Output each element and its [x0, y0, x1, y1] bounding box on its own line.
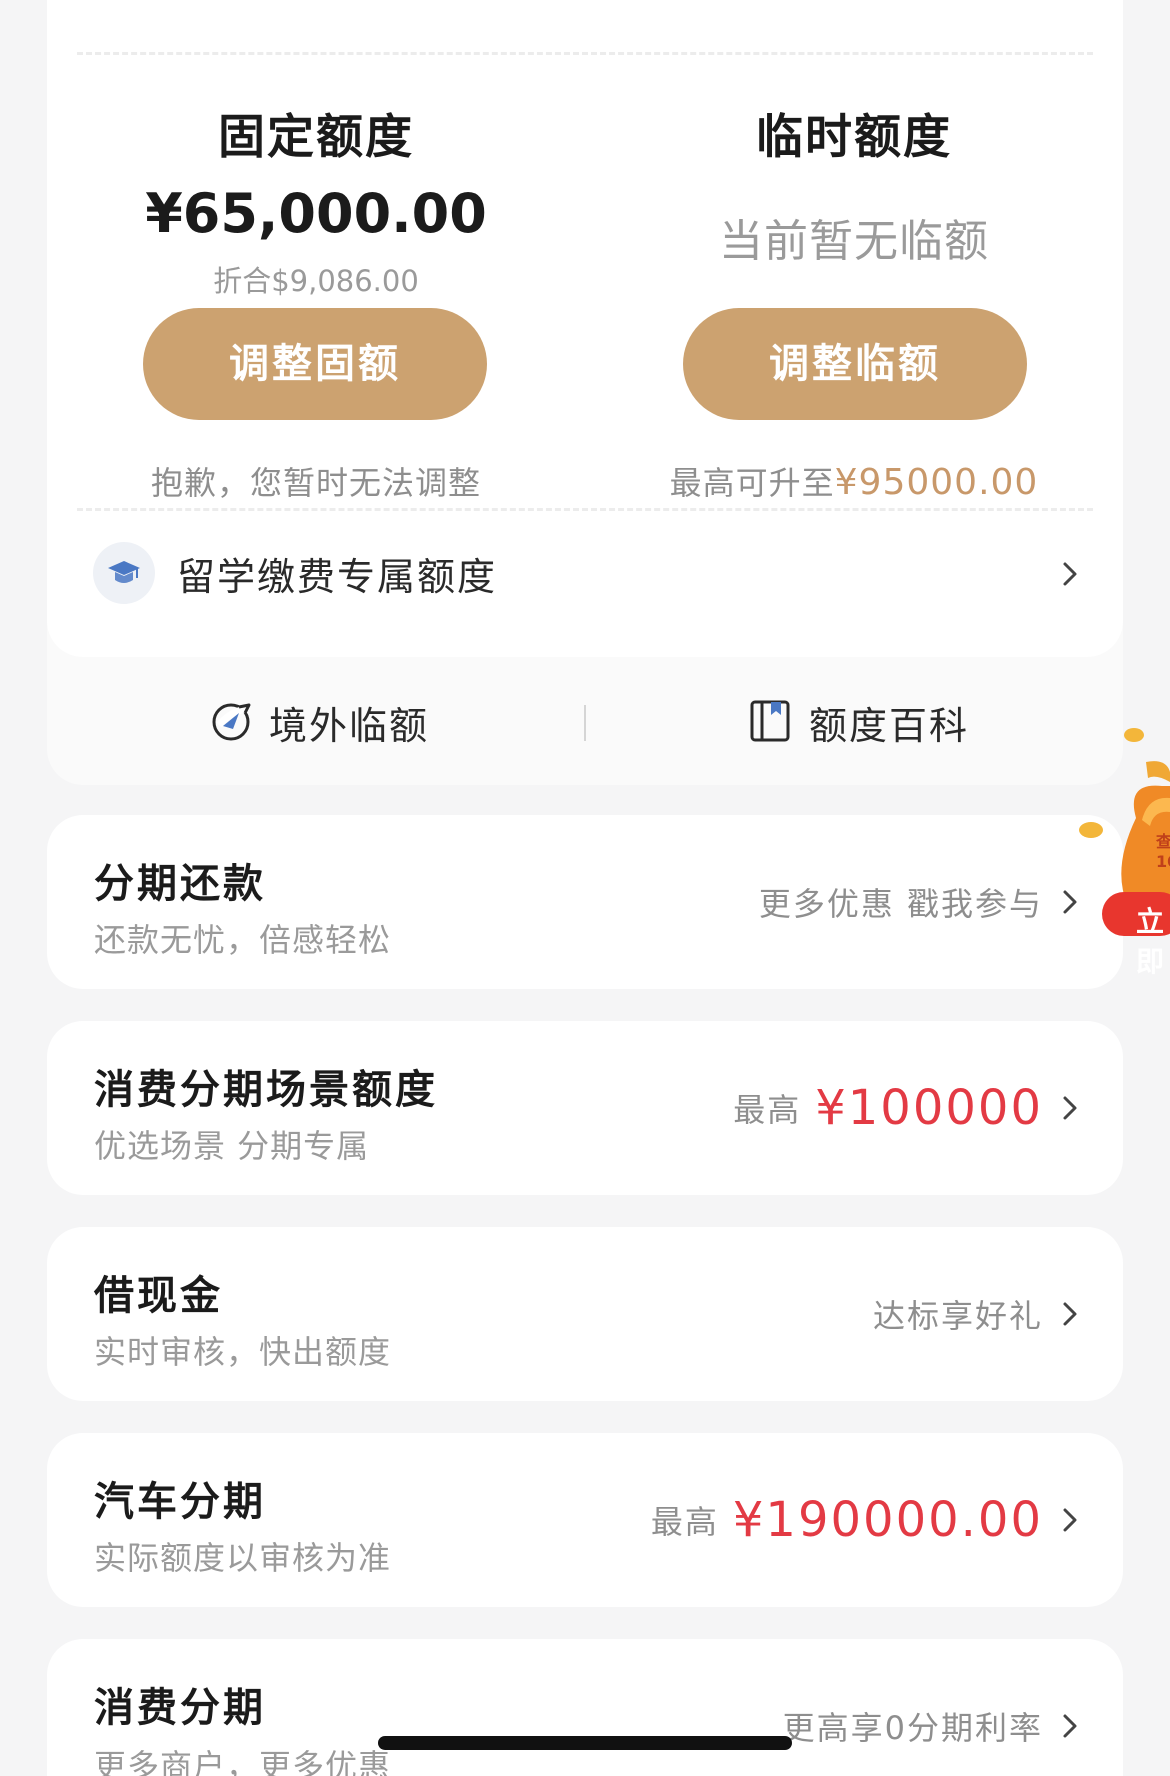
fixed-quota-note: 抱歉，您暂时无法调整 — [150, 464, 481, 502]
service-card-consumer-installment[interactable]: 消费分期 更多商户，更多优惠 更高享0分期利率 — [47, 1639, 1123, 1776]
service-card-consumer-installment-scene[interactable]: 消费分期场景额度 优选场景 分期专属 最高 ¥100000 — [47, 1021, 1123, 1195]
promo-button-label: 立即 — [1136, 905, 1165, 978]
service-promo: 更多优惠 戳我参与 — [759, 815, 1043, 989]
service-card-installment-repayment[interactable]: 分期还款 还款无忧，倍感轻松 更多优惠 戳我参与 — [47, 815, 1123, 989]
service-card-car-installment[interactable]: 汽车分期 实际额度以审核为准 最高 ¥190000.00 — [47, 1433, 1123, 1607]
chevron-right-icon — [1063, 562, 1077, 586]
service-promo: 最高 ¥190000.00 — [651, 1433, 1043, 1607]
floating-promo-widget[interactable]: 查 10 立即 — [1076, 722, 1170, 978]
service-subtitle: 实际额度以审核为准 — [94, 1539, 392, 1577]
service-max-amount: ¥100000 — [815, 1080, 1043, 1136]
service-hint: 更高享0分期利率 — [782, 1709, 1043, 1747]
service-subtitle: 更多商户，更多优惠 — [94, 1747, 392, 1776]
fixed-quota-converted: 折合$9,086.00 — [213, 264, 419, 298]
service-promo: 更高享0分期利率 — [783, 1639, 1043, 1776]
chevron-right-icon — [1063, 1096, 1077, 1120]
temporary-quota-note: 最高可升至¥95000.00 — [585, 458, 1123, 504]
quota-encyclopedia-label: 额度百科 — [809, 704, 970, 748]
study-abroad-quota-row[interactable]: 留学缴费专属额度 — [47, 520, 1123, 624]
credit-quota-panel: 固定额度 ¥65,000.00 折合$9,086.00 调整固额 抱歉，您暂时无… — [47, 0, 1123, 657]
service-title: 消费分期场景额度 — [94, 1067, 438, 1113]
book-icon — [750, 700, 790, 742]
service-hint: 最高 — [733, 1091, 802, 1129]
links-divider — [584, 705, 586, 741]
temporary-quota-max-amount: ¥95000.00 — [834, 462, 1039, 503]
service-promo: 最高 ¥100000 — [733, 1021, 1043, 1195]
adjust-temporary-quota-button[interactable]: 调整临额 — [683, 308, 1027, 420]
credit-quota-card: 固定额度 ¥65,000.00 折合$9,086.00 调整固额 抱歉，您暂时无… — [47, 0, 1123, 785]
temporary-quota-title: 临时额度 — [756, 110, 952, 165]
chevron-right-icon — [1063, 1714, 1077, 1738]
service-promo: 达标享好礼 — [873, 1227, 1043, 1401]
service-subtitle: 实时审核，快出额度 — [94, 1333, 392, 1371]
divider-middle — [77, 508, 1093, 511]
service-title: 汽车分期 — [94, 1479, 266, 1525]
promo-text: 查 10 — [1156, 832, 1170, 872]
service-hint: 最高 — [650, 1503, 719, 1541]
promo-text-line2: 10 — [1156, 852, 1170, 871]
graduation-cap-icon — [93, 542, 155, 604]
globe-plane-icon — [212, 703, 251, 741]
temporary-quota-status: 当前暂无临额 — [719, 216, 989, 267]
quota-links-bar: 境外临额 额度百科 — [47, 657, 1123, 785]
service-title: 分期还款 — [94, 861, 266, 907]
fixed-quota-amount: ¥65,000.00 — [145, 182, 487, 245]
home-indicator[interactable] — [378, 1736, 792, 1750]
service-max-amount: ¥190000.00 — [732, 1492, 1043, 1548]
service-subtitle: 还款无忧，倍感轻松 — [94, 921, 392, 959]
temporary-quota-note-prefix: 最高可升至 — [669, 464, 835, 502]
overseas-temporary-quota-label: 境外临额 — [269, 704, 430, 748]
service-hint: 达标享好礼 — [872, 1297, 1043, 1335]
service-hint: 更多优惠 戳我参与 — [758, 885, 1043, 923]
adjust-fixed-quota-button[interactable]: 调整固额 — [143, 308, 487, 420]
divider-top — [77, 52, 1093, 55]
service-title: 消费分期 — [94, 1685, 266, 1731]
chevron-right-icon — [1063, 1508, 1077, 1532]
study-abroad-quota-label: 留学缴费专属额度 — [177, 555, 498, 599]
promo-text-line1: 查 — [1156, 832, 1170, 851]
fixed-quota-title: 固定额度 — [218, 110, 414, 165]
service-subtitle: 优选场景 分期专属 — [94, 1127, 370, 1165]
service-title: 借现金 — [94, 1273, 223, 1319]
chevron-right-icon — [1063, 1302, 1077, 1326]
service-card-cash-loan[interactable]: 借现金 实时审核，快出额度 达标享好礼 — [47, 1227, 1123, 1401]
